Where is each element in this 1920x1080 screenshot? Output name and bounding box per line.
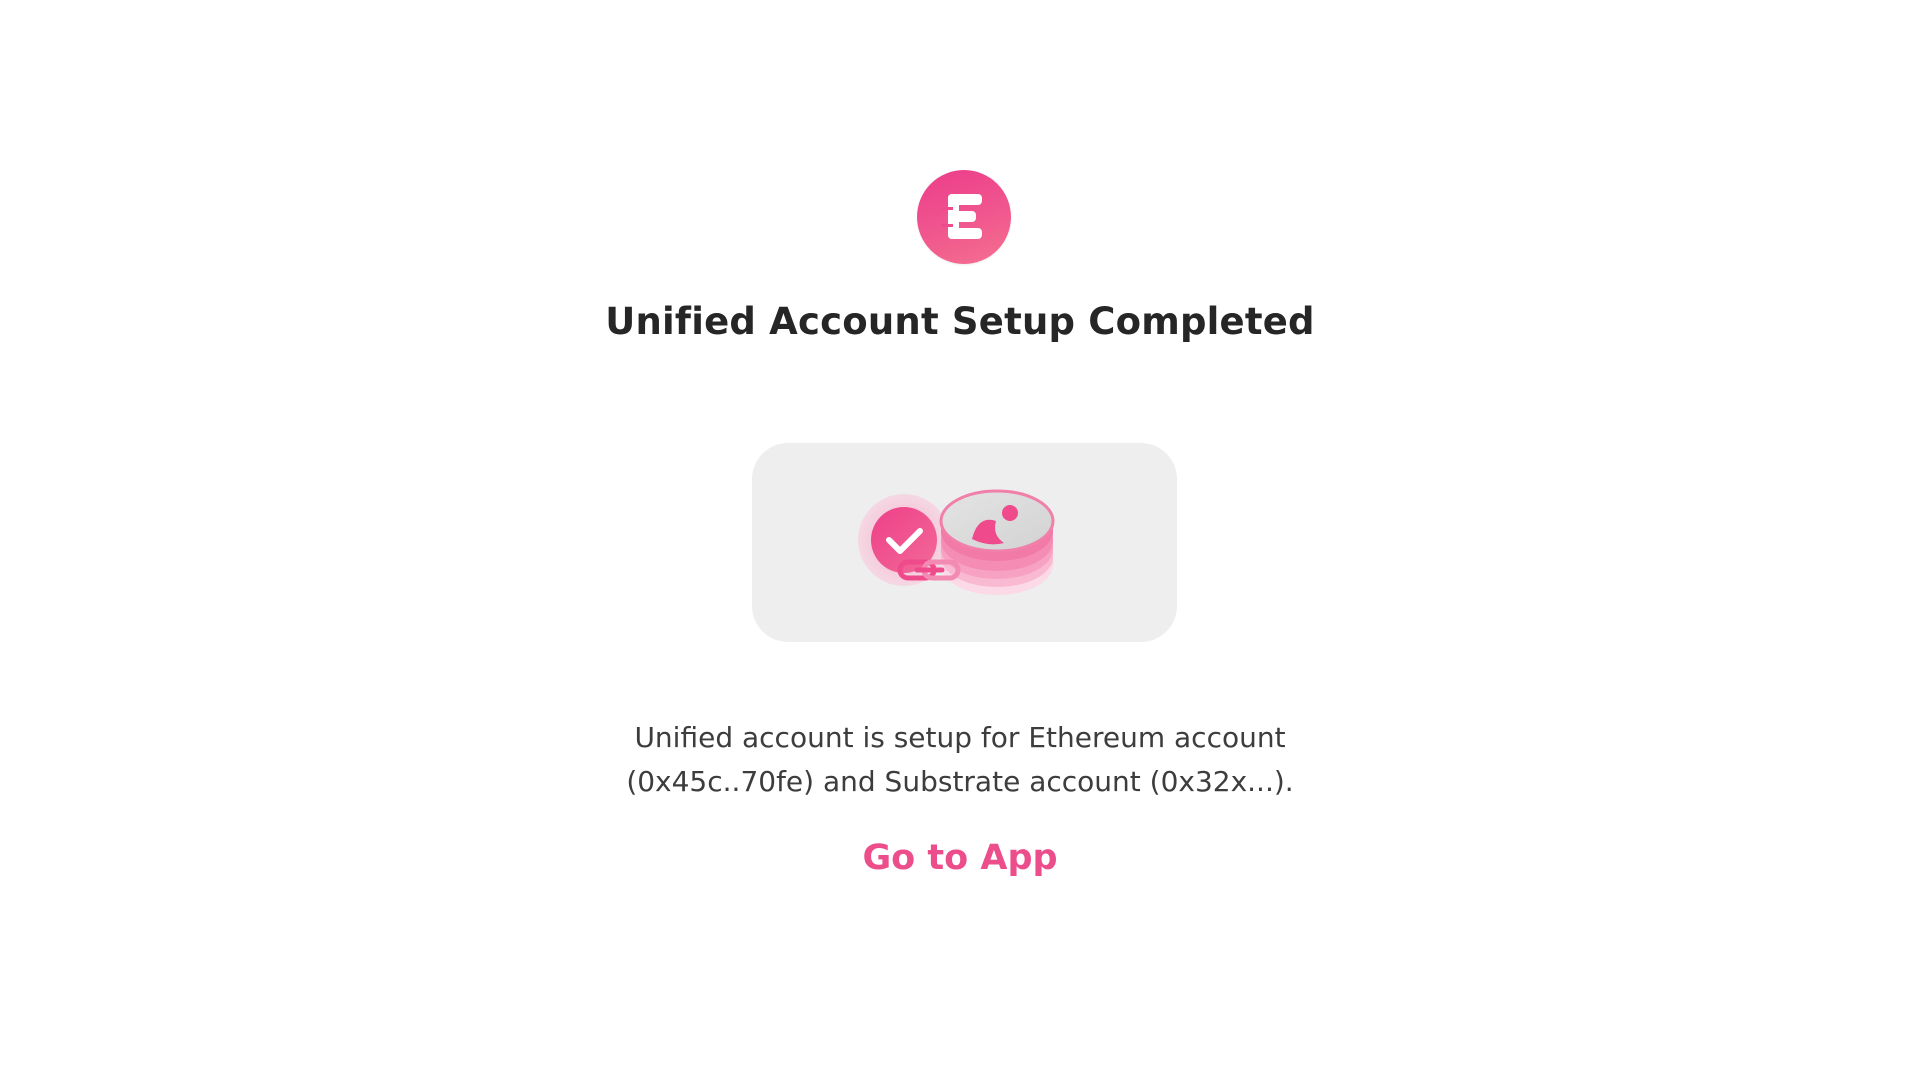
- page-title: Unified Account Setup Completed: [605, 300, 1315, 343]
- setup-complete-screen: Unified Account Setup Completed Unified …: [0, 0, 1920, 1080]
- app-logo-icon: [917, 170, 1011, 264]
- setup-message-line-1: Unified account is setup for Ethereum ac…: [634, 721, 1286, 754]
- setup-message: Unified account is setup for Ethereum ac…: [0, 716, 1920, 804]
- linked-accounts-check-icon: [858, 489, 1055, 595]
- go-to-app-button[interactable]: Go to App: [810, 832, 1110, 884]
- setup-message-line-2: (0x45c..70fe) and Substrate account (0x3…: [626, 765, 1294, 798]
- illustration-card: [752, 443, 1177, 642]
